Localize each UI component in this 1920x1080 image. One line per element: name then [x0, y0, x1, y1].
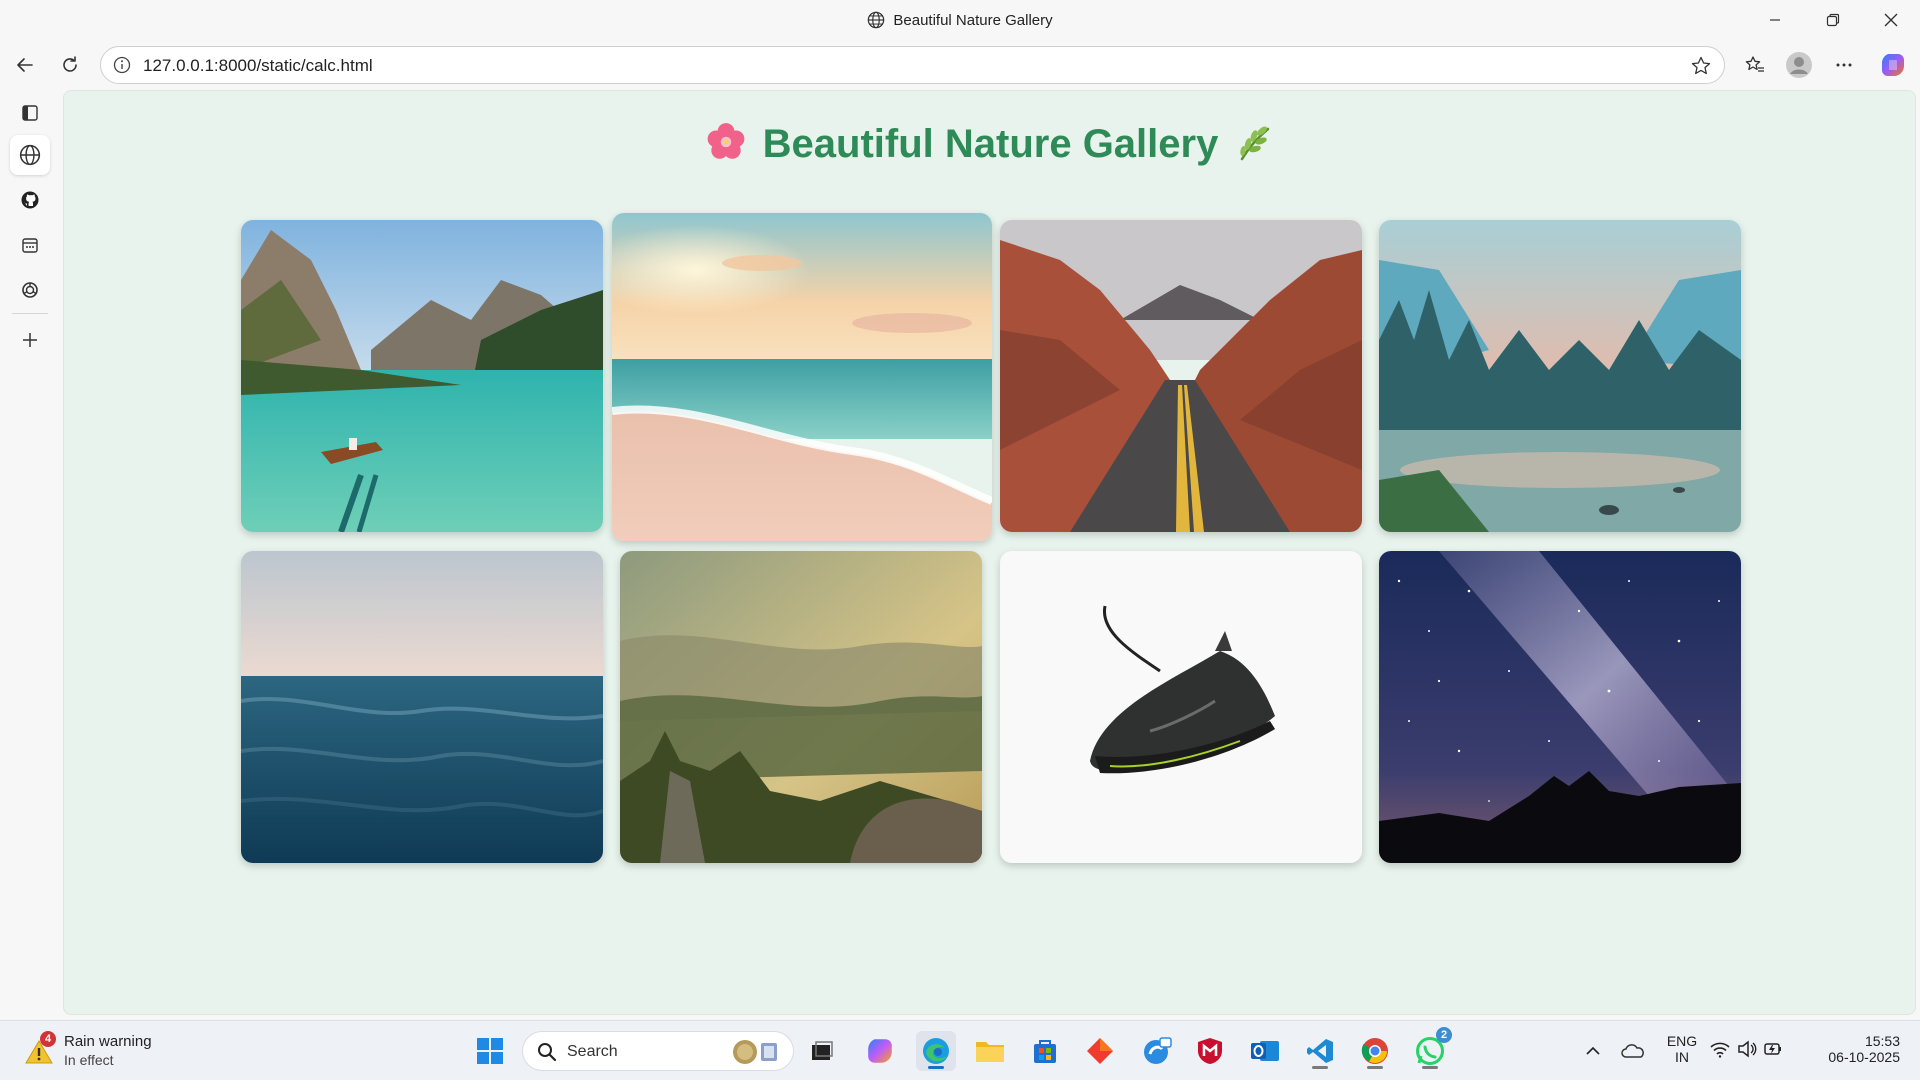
copilot-taskbar-icon[interactable] — [860, 1031, 900, 1071]
taskbar-search[interactable]: Search — [522, 1031, 794, 1071]
show-hidden-icons-chevron-icon[interactable] — [1573, 1031, 1613, 1071]
whatsapp-icon[interactable]: 2 — [1410, 1027, 1452, 1071]
clock-date: 06-10-2025 — [1828, 1049, 1900, 1065]
mcafee-icon[interactable] — [1190, 1031, 1230, 1071]
address-bar[interactable]: 127.0.0.1:8000/static/calc.html — [100, 46, 1725, 84]
profile-avatar[interactable] — [1782, 48, 1816, 82]
gallery-image-canyon-road[interactable] — [1000, 220, 1362, 532]
page-title: Beautiful Nature Gallery — [64, 121, 1915, 173]
weather-title: Rain warning — [64, 1033, 152, 1050]
language-code: ENG — [1666, 1033, 1698, 1049]
browser-toolbar: 127.0.0.1:8000/static/calc.html — [0, 40, 1920, 90]
gallery-image-sneaker[interactable] — [1000, 551, 1362, 863]
whatsapp-badge: 2 — [1436, 1027, 1452, 1043]
weather-subtitle: In effect — [64, 1052, 114, 1068]
wifi-icon — [1709, 1040, 1731, 1063]
outlook-icon[interactable] — [1245, 1031, 1285, 1071]
add-icon[interactable] — [10, 320, 50, 360]
running-indicator — [1422, 1066, 1438, 1069]
window-title: Beautiful Nature Gallery — [0, 11, 1920, 33]
store-icon[interactable] — [1025, 1031, 1065, 1071]
sidebar-divider — [12, 313, 48, 314]
file-explorer-icon[interactable] — [970, 1031, 1010, 1071]
favorite-star-icon[interactable] — [1690, 55, 1712, 82]
back-button[interactable] — [8, 48, 42, 82]
url-text[interactable]: 127.0.0.1:8000/static/calc.html — [143, 56, 373, 76]
system-status-group[interactable] — [1706, 1031, 1786, 1071]
restore-button[interactable] — [1804, 0, 1862, 40]
git-app-icon[interactable] — [1080, 1031, 1120, 1071]
clock-time: 15:53 — [1864, 1033, 1900, 1049]
copilot-icon[interactable] — [1876, 48, 1910, 82]
messaging-app-icon[interactable] — [1137, 1031, 1177, 1071]
weather-badge: 4 — [40, 1031, 56, 1047]
chrome-icon[interactable] — [1355, 1031, 1395, 1071]
gallery-image-ocean-waves[interactable] — [241, 551, 603, 863]
globe-sidebar-icon[interactable] — [10, 135, 50, 175]
gallery-image-milky-way[interactable] — [1379, 551, 1741, 863]
chatgpt-icon[interactable] — [10, 270, 50, 310]
onedrive-icon[interactable] — [1613, 1031, 1653, 1071]
vscode-icon[interactable] — [1300, 1031, 1340, 1071]
tab-actions-icon[interactable] — [10, 93, 50, 133]
search-icon — [537, 1042, 557, 1067]
more-menu-icon[interactable] — [1827, 48, 1861, 82]
gallery-image-forest-river[interactable] — [1379, 220, 1741, 532]
search-highlight-icon — [731, 1038, 783, 1071]
calendar-app-icon[interactable] — [10, 225, 50, 265]
browser-sidebar — [0, 90, 60, 1020]
gallery-page: Beautiful Nature Gallery — [63, 90, 1916, 1015]
reload-button[interactable] — [53, 48, 87, 82]
gallery-image-beach-sunset[interactable] — [612, 213, 992, 541]
globe-icon — [867, 11, 885, 33]
flower-emoji-icon — [705, 121, 747, 173]
herb-emoji-icon — [1234, 123, 1274, 173]
search-label: Search — [567, 1043, 618, 1060]
title-bar: Beautiful Nature Gallery — [0, 0, 1920, 40]
battery-icon — [1763, 1040, 1783, 1063]
volume-icon — [1737, 1039, 1757, 1063]
region-code: IN — [1675, 1049, 1689, 1065]
running-indicator — [1312, 1066, 1328, 1069]
language-indicator[interactable]: ENG IN — [1662, 1033, 1702, 1065]
taskbar: 4 Rain warning In effect Search 2 ENG IN… — [0, 1020, 1920, 1080]
weather-widget[interactable]: 4 Rain warning In effect — [20, 1031, 170, 1071]
running-indicator — [1367, 1066, 1383, 1069]
edge-taskbar-icon[interactable] — [916, 1031, 956, 1071]
close-button[interactable] — [1862, 0, 1920, 40]
favorites-button[interactable] — [1738, 48, 1772, 82]
minimize-button[interactable] — [1746, 0, 1804, 40]
window-title-text: Beautiful Nature Gallery — [893, 12, 1053, 29]
active-indicator — [928, 1066, 944, 1069]
gallery-image-misty-hills[interactable] — [620, 551, 982, 863]
start-button[interactable] — [470, 1031, 510, 1071]
github-icon[interactable] — [10, 180, 50, 220]
gallery-image-mountain-lake[interactable] — [241, 220, 603, 532]
clock[interactable]: 15:53 06-10-2025 — [1810, 1033, 1900, 1065]
site-info-icon[interactable] — [113, 56, 131, 79]
page-title-text: Beautiful Nature Gallery — [762, 122, 1219, 166]
task-view-icon[interactable] — [802, 1031, 842, 1071]
